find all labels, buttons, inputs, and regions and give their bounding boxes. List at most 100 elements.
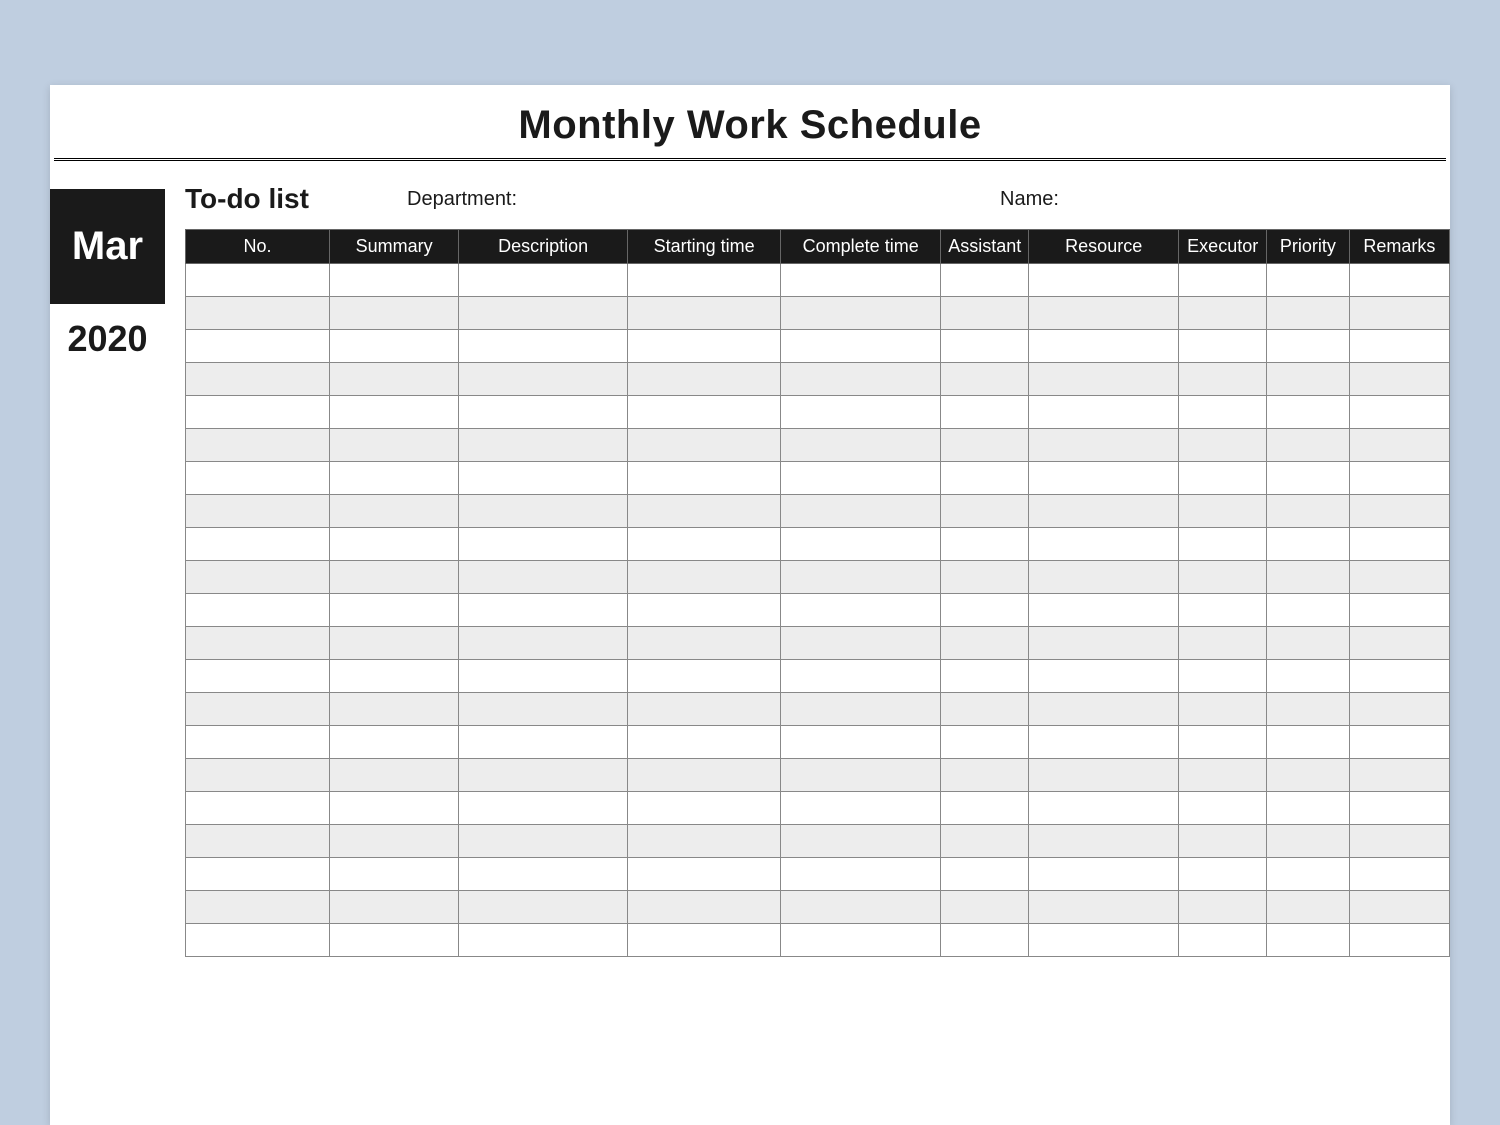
table-cell[interactable] [628,363,781,396]
table-cell[interactable] [459,825,628,858]
table-cell[interactable] [1349,825,1449,858]
table-cell[interactable] [1029,330,1179,363]
table-cell[interactable] [459,561,628,594]
table-cell[interactable] [1349,495,1449,528]
table-cell[interactable] [1267,693,1350,726]
table-cell[interactable] [1179,924,1267,957]
table-cell[interactable] [330,825,459,858]
table-cell[interactable] [186,297,330,330]
table-cell[interactable] [459,792,628,825]
table-cell[interactable] [941,495,1029,528]
table-cell[interactable] [941,429,1029,462]
table-cell[interactable] [628,297,781,330]
table-cell[interactable] [1029,792,1179,825]
table-cell[interactable] [330,924,459,957]
table-cell[interactable] [459,693,628,726]
table-cell[interactable] [1179,330,1267,363]
table-cell[interactable] [186,858,330,891]
table-cell[interactable] [628,726,781,759]
table-cell[interactable] [1267,660,1350,693]
table-cell[interactable] [330,891,459,924]
table-cell[interactable] [781,825,941,858]
table-cell[interactable] [1267,891,1350,924]
table-cell[interactable] [186,660,330,693]
table-cell[interactable] [781,693,941,726]
table-cell[interactable] [628,759,781,792]
table-cell[interactable] [628,792,781,825]
table-cell[interactable] [1349,462,1449,495]
table-cell[interactable] [186,693,330,726]
table-cell[interactable] [186,495,330,528]
table-cell[interactable] [941,726,1029,759]
table-cell[interactable] [459,858,628,891]
table-cell[interactable] [1179,660,1267,693]
table-cell[interactable] [186,264,330,297]
table-cell[interactable] [1179,528,1267,561]
table-cell[interactable] [941,759,1029,792]
table-cell[interactable] [459,891,628,924]
table-cell[interactable] [1179,462,1267,495]
table-cell[interactable] [1349,264,1449,297]
table-cell[interactable] [459,363,628,396]
table-cell[interactable] [459,660,628,693]
table-cell[interactable] [941,594,1029,627]
table-cell[interactable] [628,924,781,957]
table-cell[interactable] [781,660,941,693]
table-cell[interactable] [781,726,941,759]
table-cell[interactable] [1029,594,1179,627]
table-cell[interactable] [330,693,459,726]
table-cell[interactable] [1029,726,1179,759]
table-cell[interactable] [781,264,941,297]
table-cell[interactable] [1349,429,1449,462]
table-cell[interactable] [781,924,941,957]
table-cell[interactable] [186,726,330,759]
table-cell[interactable] [781,429,941,462]
table-cell[interactable] [1029,495,1179,528]
table-cell[interactable] [628,561,781,594]
table-cell[interactable] [628,594,781,627]
table-cell[interactable] [330,528,459,561]
table-cell[interactable] [1349,330,1449,363]
table-cell[interactable] [1179,858,1267,891]
table-cell[interactable] [459,726,628,759]
table-cell[interactable] [1029,528,1179,561]
table-cell[interactable] [330,297,459,330]
table-cell[interactable] [1267,759,1350,792]
table-cell[interactable] [459,627,628,660]
table-cell[interactable] [781,891,941,924]
table-cell[interactable] [1179,726,1267,759]
table-cell[interactable] [941,924,1029,957]
table-cell[interactable] [941,693,1029,726]
table-cell[interactable] [1029,297,1179,330]
table-cell[interactable] [941,792,1029,825]
table-cell[interactable] [781,330,941,363]
table-cell[interactable] [1267,561,1350,594]
table-cell[interactable] [781,396,941,429]
table-cell[interactable] [330,561,459,594]
table-cell[interactable] [1349,297,1449,330]
table-cell[interactable] [1179,495,1267,528]
table-cell[interactable] [941,330,1029,363]
table-cell[interactable] [1267,330,1350,363]
table-cell[interactable] [628,627,781,660]
table-cell[interactable] [1029,924,1179,957]
table-cell[interactable] [1029,858,1179,891]
table-cell[interactable] [459,924,628,957]
table-cell[interactable] [1349,858,1449,891]
table-cell[interactable] [330,660,459,693]
table-cell[interactable] [1349,561,1449,594]
table-cell[interactable] [941,660,1029,693]
table-cell[interactable] [330,759,459,792]
table-cell[interactable] [459,330,628,363]
table-cell[interactable] [459,594,628,627]
table-cell[interactable] [186,429,330,462]
table-cell[interactable] [1179,396,1267,429]
table-cell[interactable] [1267,726,1350,759]
table-cell[interactable] [1029,462,1179,495]
table-cell[interactable] [330,726,459,759]
table-cell[interactable] [628,495,781,528]
table-cell[interactable] [1029,693,1179,726]
table-cell[interactable] [330,792,459,825]
table-cell[interactable] [941,264,1029,297]
table-cell[interactable] [186,528,330,561]
